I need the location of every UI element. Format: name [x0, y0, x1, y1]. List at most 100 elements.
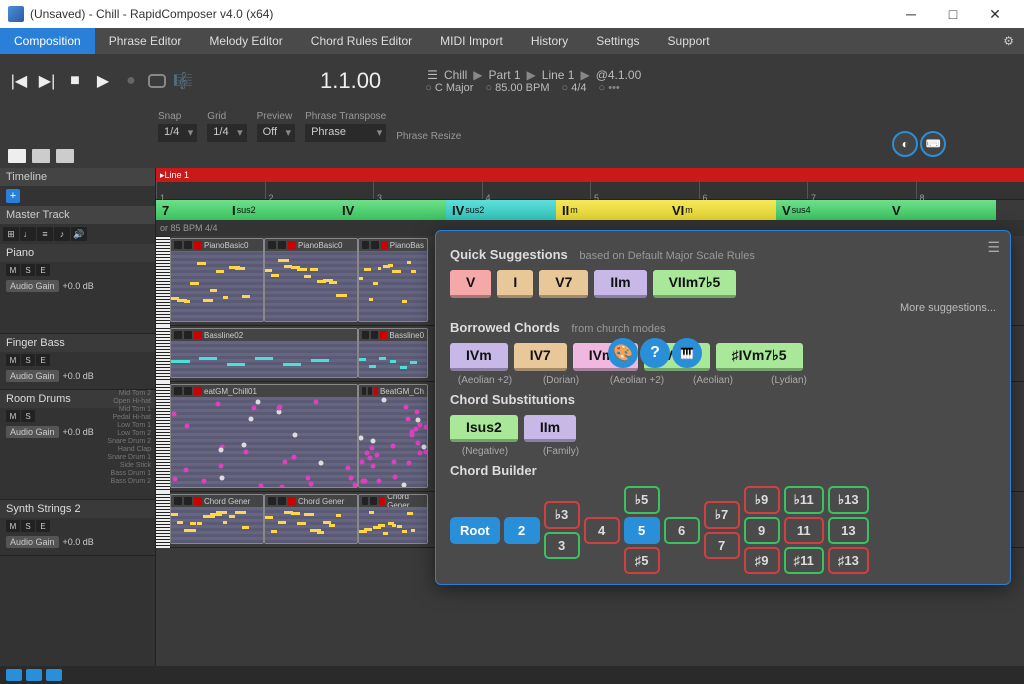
- track-s-button[interactable]: S: [21, 410, 35, 422]
- chord-chip[interactable]: IIm: [524, 415, 576, 442]
- add-timeline-button[interactable]: +: [6, 189, 20, 203]
- phrase-transpose-select[interactable]: Phrase: [305, 124, 386, 142]
- builder-9[interactable]: 9: [744, 517, 780, 544]
- clip[interactable]: Chord Gener: [170, 494, 264, 544]
- builder-4[interactable]: 4: [584, 517, 620, 544]
- view1-icon[interactable]: [32, 149, 50, 163]
- minimize-button[interactable]: ─: [890, 0, 932, 28]
- builder-♭11[interactable]: ♭11: [784, 486, 824, 514]
- chord-chip[interactable]: VIIm7♭5: [653, 270, 737, 298]
- loop-button[interactable]: [148, 74, 166, 88]
- track-m-button[interactable]: M: [6, 520, 20, 532]
- builder-♭7[interactable]: ♭7: [704, 501, 740, 529]
- builder-♭9[interactable]: ♭9: [744, 486, 780, 514]
- track-name[interactable]: Synth Strings 2: [0, 500, 155, 518]
- record-button[interactable]: ●: [120, 70, 142, 92]
- piano-icon[interactable]: 🎹: [672, 338, 702, 368]
- chord-track[interactable]: 7Isus2IVIVsus2IImVImVsus4V: [156, 200, 1024, 220]
- mt-btn1[interactable]: ⊞: [3, 227, 19, 241]
- menu-phrase-editor[interactable]: Phrase Editor: [95, 28, 196, 54]
- help-icon[interactable]: ?: [640, 338, 670, 368]
- view2-icon[interactable]: [56, 149, 74, 163]
- clip[interactable]: eatGM_Chill01: [170, 384, 358, 488]
- menu-support[interactable]: Support: [654, 28, 724, 54]
- track-e-button[interactable]: E: [36, 264, 50, 276]
- metronome-icon[interactable]: 🎼: [172, 70, 194, 92]
- breadcrumb[interactable]: ☰ Chill▶ Part 1▶ Line 1▶ @4.1.00: [427, 68, 641, 82]
- stop-button[interactable]: ■: [64, 70, 86, 92]
- chord-cell[interactable]: Isus2: [226, 200, 336, 220]
- chord-cell[interactable]: 7: [156, 200, 226, 220]
- builder-♯9[interactable]: ♯9: [744, 547, 780, 574]
- chord-chip[interactable]: I: [497, 270, 533, 298]
- builder-♯11[interactable]: ♯11: [784, 547, 824, 574]
- menu-settings[interactable]: Settings: [582, 28, 653, 54]
- builder-♭5[interactable]: ♭5: [624, 486, 660, 514]
- builder-13[interactable]: 13: [828, 517, 869, 544]
- chord-cell[interactable]: Vsus4: [776, 200, 886, 220]
- track-name[interactable]: Piano: [0, 244, 155, 262]
- tempo-display[interactable]: 85.00 BPM: [485, 82, 549, 94]
- track-s-button[interactable]: S: [21, 264, 35, 276]
- chord-cell[interactable]: V: [886, 200, 996, 220]
- builder-2[interactable]: 2: [504, 517, 540, 544]
- clip[interactable]: PianoBasic0: [264, 238, 358, 322]
- grid-select[interactable]: 1/4: [207, 124, 246, 142]
- track-m-button[interactable]: M: [6, 264, 20, 276]
- menu-history[interactable]: History: [517, 28, 582, 54]
- more-icon[interactable]: •••: [599, 82, 620, 94]
- track-m-button[interactable]: M: [6, 354, 20, 366]
- chord-cell[interactable]: VIm: [666, 200, 776, 220]
- builder-♯13[interactable]: ♯13: [828, 547, 869, 574]
- menu-chord-rules-editor[interactable]: Chord Rules Editor: [297, 28, 426, 54]
- chord-chip[interactable]: IIm: [594, 270, 646, 298]
- track-e-button[interactable]: E: [36, 354, 50, 366]
- builder-11[interactable]: 11: [784, 517, 824, 544]
- chord-cell[interactable]: IV: [336, 200, 446, 220]
- builder-♯5[interactable]: ♯5: [624, 547, 660, 574]
- clip[interactable]: Chord Gener: [358, 494, 428, 544]
- line-marker[interactable]: ▸ Line 1: [156, 168, 1024, 182]
- ruler[interactable]: 12345678: [156, 182, 1024, 200]
- footer-btn2[interactable]: [26, 669, 42, 681]
- preview-select[interactable]: Off: [257, 124, 295, 142]
- chord-chip[interactable]: ♯IVm7♭5: [716, 343, 803, 371]
- builder-♭13[interactable]: ♭13: [828, 486, 869, 514]
- builder-♭3[interactable]: ♭3: [544, 501, 580, 529]
- clip[interactable]: BeatGM_Ch: [358, 384, 428, 488]
- mt-btn2[interactable]: ♩: [20, 227, 36, 241]
- menu-composition[interactable]: Composition: [0, 28, 95, 54]
- gain-label[interactable]: Audio Gain: [6, 280, 59, 292]
- builder-6[interactable]: 6: [664, 517, 700, 544]
- gain-label[interactable]: Audio Gain: [6, 536, 59, 548]
- builder-Root[interactable]: Root: [450, 517, 500, 544]
- gain-label[interactable]: Audio Gain: [6, 426, 59, 438]
- maximize-button[interactable]: □: [932, 0, 974, 28]
- chord-chip[interactable]: Isus2: [450, 415, 518, 442]
- menu-midi-import[interactable]: MIDI Import: [426, 28, 517, 54]
- track-m-button[interactable]: M: [6, 410, 20, 422]
- builder-7[interactable]: 7: [704, 532, 740, 559]
- track-s-button[interactable]: S: [21, 354, 35, 366]
- clip[interactable]: Bassline0: [358, 328, 428, 378]
- clip[interactable]: PianoBas: [358, 238, 428, 322]
- clip[interactable]: Bassline02: [170, 328, 358, 378]
- footer-btn3[interactable]: [46, 669, 62, 681]
- track-name[interactable]: Finger Bass: [0, 334, 155, 352]
- snap-select[interactable]: 1/4: [158, 124, 197, 142]
- chord-chip[interactable]: V7: [539, 270, 588, 298]
- track-e-button[interactable]: E: [36, 520, 50, 532]
- chord-chip[interactable]: V: [450, 270, 491, 298]
- footer-btn1[interactable]: [6, 669, 22, 681]
- forward-button[interactable]: ▶|: [36, 70, 58, 92]
- menu-melody-editor[interactable]: Melody Editor: [195, 28, 296, 54]
- clip[interactable]: Chord Gener: [264, 494, 358, 544]
- clip[interactable]: PianoBasic0: [170, 238, 264, 322]
- chord-chip[interactable]: IV7: [514, 343, 567, 371]
- chord-cell[interactable]: IIm: [556, 200, 666, 220]
- new-icon[interactable]: [8, 149, 26, 163]
- chord-chip[interactable]: IVm: [450, 343, 508, 371]
- mt-btn4[interactable]: ♪: [54, 227, 70, 241]
- palette-icon[interactable]: 🎨: [608, 338, 638, 368]
- builder-5[interactable]: 5: [624, 517, 660, 544]
